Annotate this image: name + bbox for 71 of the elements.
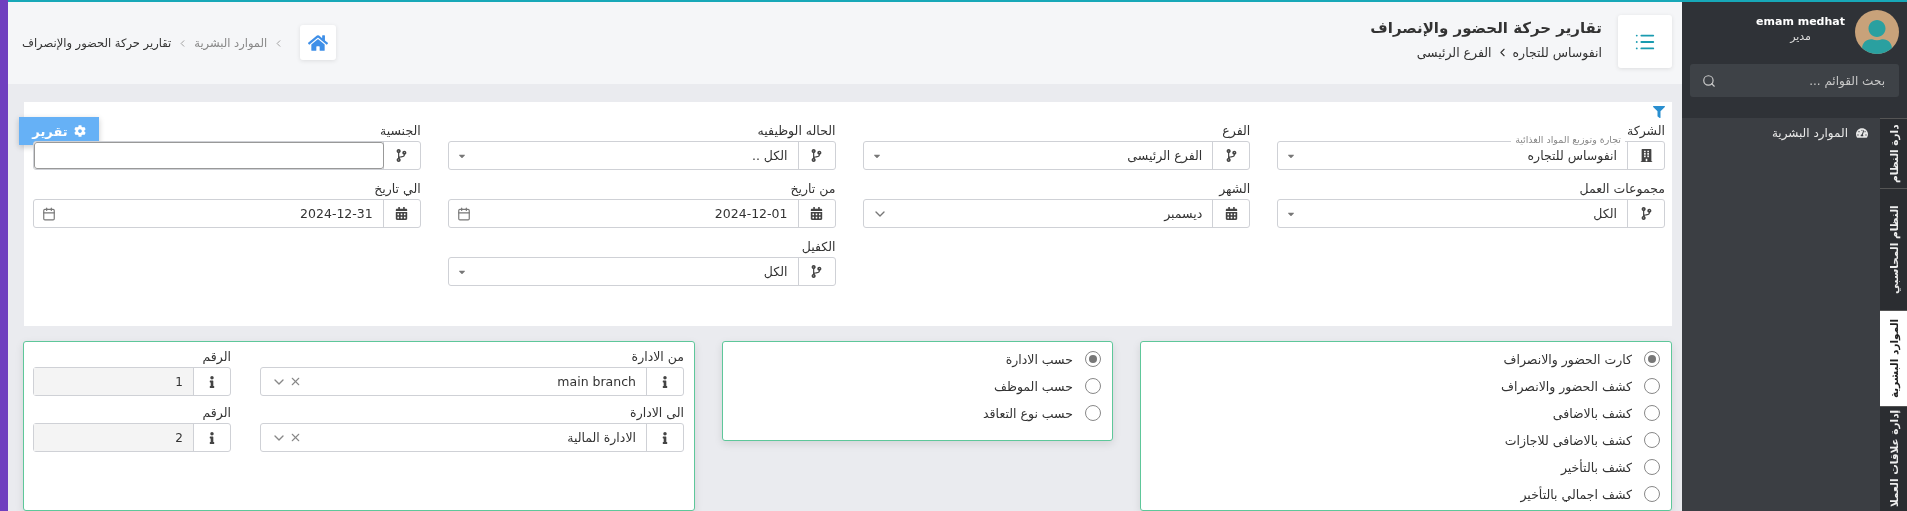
date-value: 2024-12-31 xyxy=(299,206,374,222)
menu-item[interactable]: الموارد البشرية xyxy=(1694,126,1868,140)
branch-name: الفرع الرئيسى xyxy=(1416,45,1492,60)
select-field[interactable]: الكل xyxy=(447,257,836,287)
field-label: الحاله الوظيفيه xyxy=(757,122,836,139)
calendar-icon xyxy=(456,206,471,221)
clear-icon[interactable] xyxy=(289,375,302,388)
select-field[interactable]: الادارة المالية xyxy=(260,423,684,452)
breadcrumb-link[interactable]: تقارير حركة الحضور والإنصراف xyxy=(22,36,172,50)
select-value: الكل .. xyxy=(750,148,789,164)
number-field[interactable]: 1 xyxy=(33,367,231,396)
number-value: 1 xyxy=(34,368,193,395)
select-value: الكل xyxy=(762,264,789,280)
select-field[interactable]: الفرع الرئيسى xyxy=(862,141,1251,171)
select-value: main branch xyxy=(556,374,637,389)
vertical-tab[interactable]: الموارد البشرية xyxy=(1880,310,1907,406)
search-field[interactable]: بحث القوائم ... xyxy=(1690,64,1899,97)
user-name: emam medhat xyxy=(1756,15,1845,28)
select-value: الفرع الرئيسى xyxy=(1126,148,1204,164)
clear-icon[interactable] xyxy=(289,431,302,444)
radio-option[interactable]: كشف بالاضافى للاجازات xyxy=(1152,431,1660,449)
page-title: تقارير حركة الحضور والإنصراف xyxy=(1370,19,1602,37)
radio-option[interactable]: حسب الموظف xyxy=(734,377,1101,395)
company-name: انفوساس للتجاره xyxy=(1512,45,1602,60)
field-label: من تاريخ xyxy=(790,180,836,197)
select-value: الكل xyxy=(1592,206,1618,222)
radio-option[interactable]: كارت الحضور والانصراف xyxy=(1152,350,1660,368)
avatar-icon xyxy=(1855,10,1899,54)
vertical-tab[interactable]: إدارة علاقات العملا xyxy=(1880,406,1907,510)
select-field[interactable]: ديسمبر xyxy=(862,199,1251,229)
radio-option[interactable]: كشف الحضور والانصراف xyxy=(1152,377,1660,395)
number-value: 2 xyxy=(34,424,193,451)
number-field[interactable]: 2 xyxy=(33,423,231,452)
home-icon xyxy=(308,32,329,53)
field-label: الى الادارة xyxy=(630,404,684,420)
text-input[interactable] xyxy=(34,142,384,170)
field-label: الرقم xyxy=(202,348,231,364)
select-field[interactable]: 2024-12-01 xyxy=(447,199,836,229)
field-label: من الادارة xyxy=(631,348,684,364)
field-label: الي تاريخ xyxy=(374,180,421,197)
calendar-icon xyxy=(42,206,56,221)
menu-button[interactable] xyxy=(1618,15,1672,68)
field-legend: تجارة وتوزيع المواد الغذائية xyxy=(1511,134,1625,147)
select-field[interactable]: 2024-12-31 xyxy=(33,199,421,229)
radio-option[interactable]: حسب الادارة xyxy=(734,350,1101,368)
home-button[interactable] xyxy=(300,25,337,60)
gauge-icon xyxy=(1856,127,1868,139)
select-field[interactable]: الكل .. xyxy=(447,141,836,171)
user-role: مدير xyxy=(1790,30,1811,43)
radio-option[interactable]: كشف اجمالي بالتأخير xyxy=(1152,485,1660,503)
field-label: الجنسية xyxy=(380,122,421,139)
select-value: ديسمبر xyxy=(1162,206,1204,222)
field-label: الكفيل xyxy=(801,238,836,255)
field-label: الشهر xyxy=(1219,180,1251,197)
gear-icon xyxy=(73,125,86,138)
field-label: الشركة xyxy=(1627,122,1665,139)
select-field[interactable]: main branch xyxy=(260,367,684,396)
field-label: مجموعات العمل xyxy=(1579,180,1665,197)
field-label: الرقم xyxy=(202,404,231,420)
search-input[interactable]: بحث القوائم ... xyxy=(1716,72,1887,89)
select-value: الادارة المالية xyxy=(566,430,637,445)
radio-option[interactable]: حسب نوع التعاقد xyxy=(734,404,1101,422)
field-label: الفرع xyxy=(1222,122,1251,139)
text-field[interactable] xyxy=(33,141,421,171)
search-icon xyxy=(1702,73,1716,88)
select-value: انفوساس للتجاره xyxy=(1526,148,1618,164)
filter-icon xyxy=(1653,106,1665,121)
date-value: 2024-12-01 xyxy=(713,206,789,222)
select-field[interactable]: الكل xyxy=(1277,199,1665,229)
radio-option[interactable]: كشف بالتأخير xyxy=(1152,458,1660,476)
radio-option[interactable]: كشف بالاضافى xyxy=(1152,404,1660,422)
